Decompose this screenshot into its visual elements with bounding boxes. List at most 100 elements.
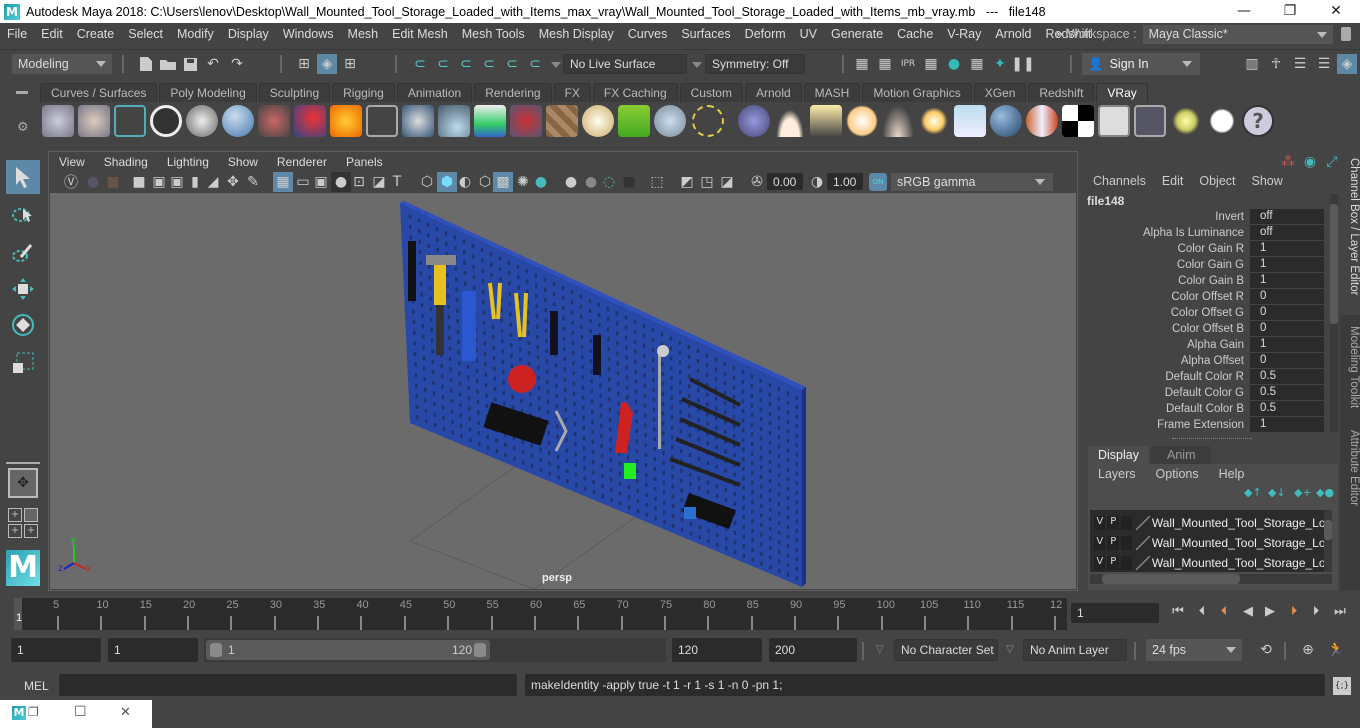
menu-vray[interactable]: V-Ray xyxy=(940,27,988,41)
layer-editor-toggle-icon[interactable]: ◉ xyxy=(1300,152,1320,172)
anim-layer-field[interactable]: No Anim Layer xyxy=(1023,639,1127,661)
fps-dropdown[interactable]: 24 fps xyxy=(1146,639,1242,661)
snap-point-icon[interactable]: ⊂ xyxy=(456,54,476,74)
screen-space-ao-icon[interactable]: ● xyxy=(561,172,581,192)
film-gate-icon[interactable]: ▭ xyxy=(293,172,313,192)
render-setup-icon[interactable]: ▦ xyxy=(967,54,987,74)
xray-joints-icon[interactable]: ◩ xyxy=(677,172,697,192)
layer-name[interactable]: Wall_Mounted_Tool_Storage_Loac xyxy=(1152,556,1324,570)
viewport-menu-renderer[interactable]: Renderer xyxy=(267,155,336,169)
color-management-toggle-icon[interactable]: ON xyxy=(869,173,887,191)
show-menu[interactable]: Show xyxy=(1244,174,1291,188)
layer-list-hscrollbar[interactable] xyxy=(1090,574,1332,584)
command-input[interactable] xyxy=(59,674,517,696)
open-vrscene-icon[interactable] xyxy=(78,105,110,137)
attribute-row[interactable]: Alpha Gain 1 xyxy=(1082,337,1332,353)
menu-display[interactable]: Display xyxy=(221,27,276,41)
select-component-icon[interactable]: ⊞ xyxy=(340,54,360,74)
step-forward-key-icon[interactable]: ⏵ xyxy=(1286,604,1302,620)
select-object-icon[interactable]: ◈ xyxy=(317,54,337,74)
auto-key-icon[interactable]: ⊕ xyxy=(1298,640,1318,660)
panel-splitter[interactable] xyxy=(1172,438,1252,439)
move-layer-up-icon[interactable]: ◆↑ xyxy=(1244,486,1262,499)
menu-mesh[interactable]: Mesh xyxy=(341,27,386,41)
menu-select[interactable]: Select xyxy=(121,27,170,41)
attribute-value[interactable]: 0 xyxy=(1250,289,1324,304)
workspace-dropdown[interactable]: Maya Classic* xyxy=(1142,24,1333,44)
spot-light-icon[interactable] xyxy=(810,105,842,137)
layer-name[interactable]: Wall_Mounted_Tool_Storage_Loac xyxy=(1152,536,1324,550)
script-language-toggle[interactable]: MEL xyxy=(24,679,49,693)
fur-icon[interactable] xyxy=(618,105,650,137)
gamma-icon[interactable]: ◑ xyxy=(807,172,827,192)
layer-color-swatch[interactable] xyxy=(1136,556,1150,570)
tab-display[interactable]: Display xyxy=(1088,446,1149,464)
restore-button[interactable]: ❐ xyxy=(28,705,39,719)
displacement-icon[interactable] xyxy=(654,105,686,137)
vray-logo-icon[interactable] xyxy=(150,105,182,137)
3d-viewport[interactable]: y x z persp xyxy=(50,193,1076,589)
vray-ipr-icon[interactable]: Ⓥ xyxy=(61,172,81,192)
curve-icon[interactable] xyxy=(692,105,724,137)
open-scene-icon[interactable] xyxy=(158,54,178,74)
attribute-row[interactable]: Alpha Offset 0 xyxy=(1082,353,1332,369)
menu-mesh-display[interactable]: Mesh Display xyxy=(532,27,621,41)
camera-icon[interactable] xyxy=(258,105,290,137)
play-forwards-icon[interactable]: ▶ xyxy=(1262,604,1278,620)
select-camera-icon[interactable]: ■ xyxy=(129,172,149,192)
light-heatmap-icon[interactable] xyxy=(474,105,506,137)
snap-view-plane-icon[interactable]: ⊂ xyxy=(479,54,499,74)
anti-aliasing-icon[interactable]: ◌ xyxy=(599,172,619,192)
range-bar[interactable]: 1 120 xyxy=(206,640,490,660)
2d-pan-zoom-icon[interactable]: ✥ xyxy=(223,172,243,192)
frame-buffer-icon[interactable] xyxy=(1098,105,1130,137)
single-perspective-layout-icon[interactable]: ✥ xyxy=(8,468,38,498)
menu-uv[interactable]: UV xyxy=(793,27,824,41)
light-editor-icon[interactable]: ✦ xyxy=(990,54,1010,74)
motion-blur-icon[interactable]: ● xyxy=(581,172,601,192)
tab-anim[interactable]: Anim xyxy=(1151,446,1212,464)
attribute-row[interactable]: Invert off xyxy=(1082,209,1332,225)
attribute-value[interactable]: 1 xyxy=(1250,337,1324,352)
time-ruler[interactable]: 1 5 10 15 20 25 30 35 40 45 50 55 60 65 70 75 80 85 90 95 1… xyxy=(14,598,1067,630)
options-menu[interactable]: Options xyxy=(1146,467,1209,481)
channels-menu[interactable]: Channels xyxy=(1082,174,1154,188)
help-menu[interactable]: Help xyxy=(1209,467,1255,481)
sign-in-dropdown[interactable]: 👤 Sign In xyxy=(1082,53,1200,75)
attribute-row[interactable]: Color Gain B 1 xyxy=(1082,273,1332,289)
depth-of-field-icon[interactable]: ■ xyxy=(619,172,639,192)
ipr-render-icon[interactable]: IPR xyxy=(898,54,918,74)
sun-icon[interactable] xyxy=(918,105,950,137)
layers-menu[interactable]: Layers xyxy=(1088,467,1146,481)
pause-viewport-icon[interactable]: ❚❚ xyxy=(1011,54,1034,74)
menu-modify[interactable]: Modify xyxy=(170,27,221,41)
menu-cache[interactable]: Cache xyxy=(890,27,940,41)
current-frame-field[interactable]: 1 xyxy=(1071,603,1159,623)
attr-editor-toggle-icon[interactable]: ⤢ xyxy=(1322,152,1342,172)
menu-generate[interactable]: Generate xyxy=(824,27,890,41)
channel-box-icon[interactable]: ◈ xyxy=(1337,54,1357,74)
dome-light-icon[interactable] xyxy=(222,105,254,137)
playback-toggle[interactable]: P xyxy=(1107,556,1119,570)
render-view-icon[interactable]: ▦ xyxy=(852,54,872,74)
attribute-value[interactable]: 0 xyxy=(1250,305,1324,320)
attribute-value[interactable]: 0 xyxy=(1250,321,1324,336)
shadows-icon[interactable]: ● xyxy=(531,172,551,192)
anim-layer-menu-icon[interactable]: ▽ xyxy=(1006,644,1014,655)
playback-end-field[interactable]: 120 xyxy=(672,638,762,662)
attribute-row[interactable]: Color Gain R 1 xyxy=(1082,241,1332,257)
step-back-frame-icon[interactable]: ⏴ xyxy=(1194,604,1210,620)
select-tool-icon[interactable] xyxy=(6,160,40,194)
mesh-light-icon[interactable] xyxy=(366,105,398,137)
attribute-value[interactable]: off xyxy=(1250,209,1324,224)
gate-mask-icon[interactable]: ● xyxy=(331,172,351,192)
minimized-window[interactable]: M ❐ ☐ ✕ xyxy=(0,700,152,728)
resolution-gate-icon[interactable]: ▣ xyxy=(311,172,331,192)
playback-toggle[interactable]: P xyxy=(1107,536,1119,550)
maximize-button[interactable]: ☐ xyxy=(74,704,87,720)
go-to-end-icon[interactable]: ⏭ xyxy=(1332,604,1348,620)
save-scene-icon[interactable] xyxy=(180,54,200,74)
hypershade-icon[interactable]: ● xyxy=(944,54,964,74)
loop-playback-icon[interactable]: ⟲ xyxy=(1256,640,1276,660)
render-settings-icon[interactable] xyxy=(1134,105,1166,137)
